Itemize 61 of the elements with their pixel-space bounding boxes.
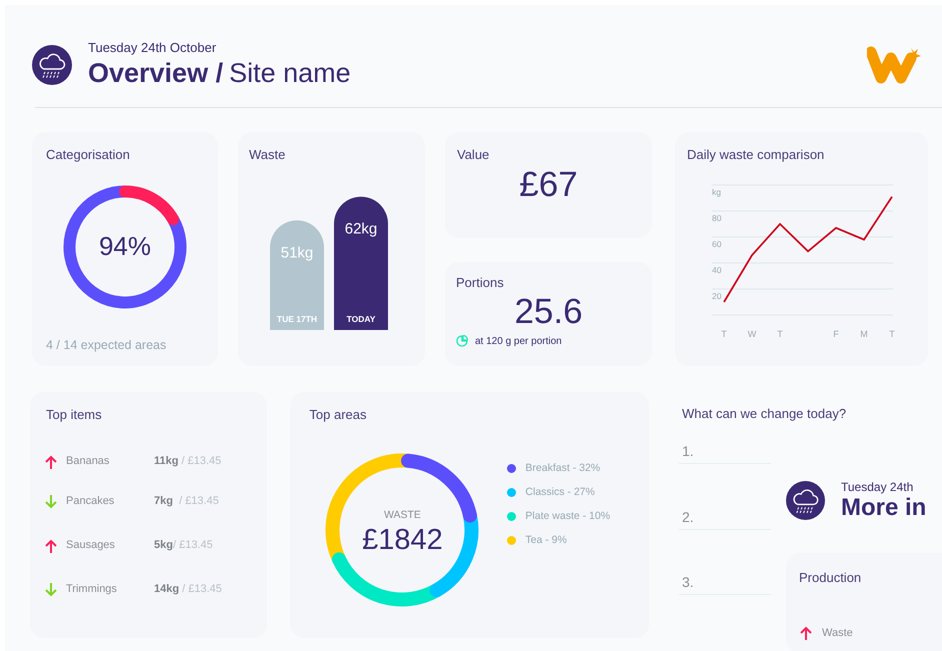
cloud-rain-icon [786,481,825,520]
item-amount: 11kg / £13.45 [154,454,222,470]
item-amount: 5kg/ £13.45 [154,538,213,554]
up-arrow-icon [799,625,813,642]
legend-label: Breakfast - 32% [525,460,600,476]
card-title: Daily waste comparison [686,146,826,164]
down-arrow-icon [44,494,58,510]
item-name: Sausages [66,538,116,554]
portion-note: at 120 g per portion [475,334,562,348]
item-name: Waste [822,626,853,641]
x-axis-label: T [721,328,727,338]
card-title: Top items [46,406,103,424]
y-axis-label: 60 [712,238,722,248]
card-title: Value [457,146,490,164]
cloud-rain-icon [32,45,72,85]
bar-value-label: 62kg [344,220,378,238]
legend-label: Plate waste - 10% [525,508,610,524]
x-axis-label: M [860,328,868,338]
answer-line[interactable]: 3. [679,572,771,594]
item-name: Trimmings [66,582,118,598]
remaining-arc [119,185,180,225]
y-axis-label: 80 [712,212,722,222]
card-title: Top areas [309,406,368,424]
donut-label: WASTE [384,508,421,523]
card-title: Production [799,568,862,586]
bar-value-label: 51kg [280,244,314,261]
percentage-value: 94% [98,230,152,263]
date-text: Tuesday 24th October [88,40,218,56]
donut-total: £1842 [362,523,443,558]
portions-amount: 25.6 [514,292,583,330]
bar-category-label: TODAY [346,314,376,324]
item-amount: 7kg / £13.45 [154,494,219,510]
legend-label: Tea - 9% [525,532,567,548]
bar-category-label: TUE 17TH [276,314,318,324]
y-axis-label: 20 [712,290,722,300]
up-arrow-icon [44,538,58,554]
answer-line[interactable]: 1. [679,442,771,464]
section-title: More in [841,494,926,522]
site-name: Site name [229,57,351,90]
x-axis-label: T [889,328,895,338]
item-name: Bananas [66,454,110,470]
card-title: Portions [456,274,505,292]
legend-label: Classics - 27% [525,484,595,500]
x-axis-label: T [777,328,783,338]
pie-chart-icon [456,335,468,347]
item-name: Pancakes [66,494,116,510]
x-axis-label: W [748,328,756,338]
down-arrow-icon [44,582,58,598]
card-title: Waste [249,146,286,164]
y-axis-label: kg [712,186,721,196]
up-arrow-icon [44,454,58,470]
y-axis-label: 40 [712,264,722,274]
x-axis-label: F [833,328,839,338]
answer-line[interactable]: 2. [679,508,771,530]
card-title: Categorisation [46,146,131,164]
page-title: Overview / [88,57,224,90]
date-text: Tuesday 24th [841,480,914,494]
item-amount: 14kg / £13.45 [154,582,222,598]
value-amount: £67 [519,164,578,204]
expected-areas-text: 4 / 14 expected areas [46,337,168,354]
question-text: What can we change today? [682,405,848,423]
